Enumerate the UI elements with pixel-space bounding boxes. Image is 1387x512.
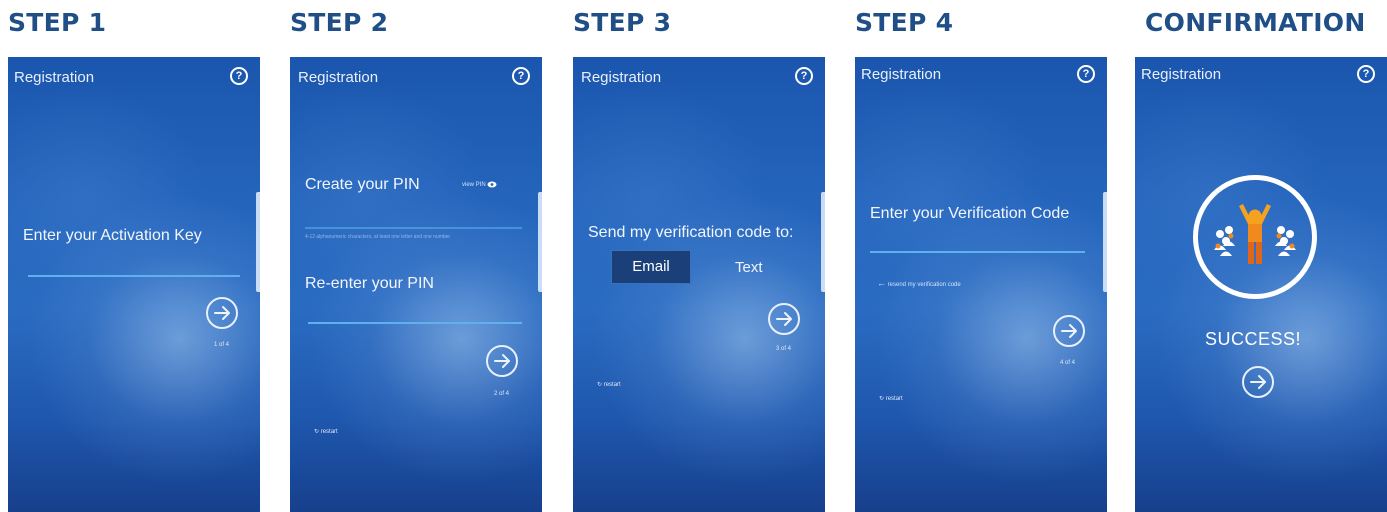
resend-code-link[interactable]: ← resend my verification code (877, 278, 961, 288)
restart-label: restart (885, 396, 903, 402)
pin-hint: 4-12 alphanumeric characters, at least o… (305, 234, 451, 240)
restart-link[interactable]: ↻ restart (314, 428, 338, 435)
arrow-left-icon: ← (877, 278, 886, 288)
step-pager: 3 of 4 (776, 346, 792, 352)
restart-label: restart (603, 382, 621, 388)
step-heading: STEP 1 (8, 8, 107, 37)
activation-key-prompt: Enter your Activation Key (23, 227, 202, 244)
step-pager: 1 of 4 (214, 342, 230, 348)
next-button[interactable] (206, 297, 238, 329)
arrow-right-circle-icon (1250, 375, 1266, 389)
reenter-pin-input[interactable] (308, 322, 522, 324)
scroll-handle[interactable] (1103, 192, 1107, 292)
phone-screen: Registration ? Send my verification code… (573, 57, 825, 512)
reenter-pin-prompt: Re-enter your PIN (305, 275, 434, 292)
eye-icon (487, 181, 497, 188)
app-title: Registration (861, 66, 942, 83)
text-option-button[interactable]: Text (735, 259, 763, 276)
step-2-column: STEP 2 Registration ? Create your PIN vi… (290, 0, 542, 512)
next-button[interactable] (486, 345, 518, 377)
step-4-column: STEP 4 Registration ? Enter your Verific… (855, 0, 1107, 512)
arrow-right-circle-icon (776, 312, 792, 326)
help-icon[interactable]: ? (230, 67, 248, 85)
help-icon[interactable]: ? (512, 67, 530, 85)
step-heading: CONFIRMATION (1145, 8, 1366, 37)
arrow-right-circle-icon (494, 354, 510, 368)
create-pin-prompt: Create your PIN (305, 176, 420, 193)
restart-link[interactable]: ↻ restart (597, 381, 621, 388)
scroll-handle[interactable] (538, 192, 542, 292)
phone-screen: Registration ? Enter your Verification C… (855, 57, 1107, 512)
pin-input[interactable] (305, 227, 522, 229)
confirmation-column: CONFIRMATION Registration ? SUCCESS! (1135, 0, 1387, 512)
restart-arrow-icon: ↻ (879, 396, 885, 402)
resend-label: resend my verification code (887, 282, 961, 288)
activation-key-input[interactable] (28, 275, 240, 277)
app-title: Registration (298, 69, 379, 86)
step-1-column: STEP 1 Registration ? Enter your Activat… (8, 0, 260, 512)
step-pager: 2 of 4 (494, 391, 510, 397)
people-celebrating-icon (1214, 204, 1296, 264)
help-icon[interactable]: ? (1357, 65, 1375, 83)
success-badge (1193, 175, 1317, 299)
next-button[interactable] (1242, 366, 1274, 398)
restart-arrow-icon: ↻ (314, 429, 320, 435)
arrow-right-circle-icon (214, 306, 230, 320)
step-heading: STEP 2 (290, 8, 389, 37)
scroll-handle[interactable] (256, 192, 260, 292)
scroll-handle[interactable] (821, 192, 825, 292)
verification-code-prompt: Enter your Verification Code (870, 205, 1070, 222)
app-title: Registration (581, 69, 662, 86)
view-pin-label: view PIN (462, 182, 486, 189)
step-heading: STEP 3 (573, 8, 672, 37)
app-title: Registration (14, 69, 95, 86)
app-title: Registration (1141, 66, 1222, 83)
help-icon[interactable]: ? (1077, 65, 1095, 83)
restart-label: restart (320, 429, 338, 435)
phone-screen: Registration ? SUCCESS! (1135, 57, 1387, 512)
next-button[interactable] (1053, 315, 1085, 347)
step-heading: STEP 4 (855, 8, 954, 37)
verification-code-input[interactable] (870, 251, 1085, 253)
help-icon[interactable]: ? (795, 67, 813, 85)
phone-screen: Registration ? Enter your Activation Key… (8, 57, 260, 512)
next-button[interactable] (768, 303, 800, 335)
arrow-right-circle-icon (1061, 324, 1077, 338)
step-3-column: STEP 3 Registration ? Send my verificati… (573, 0, 825, 512)
restart-link[interactable]: ↻ restart (879, 395, 903, 402)
view-pin-toggle[interactable]: view PIN (462, 181, 497, 188)
restart-arrow-icon: ↻ (597, 382, 603, 388)
step-pager: 4 of 4 (1060, 360, 1076, 366)
verification-destination-prompt: Send my verification code to: (588, 224, 794, 241)
phone-screen: Registration ? Create your PIN view PIN … (290, 57, 542, 512)
email-option-button[interactable]: Email (611, 250, 691, 284)
success-message: SUCCESS! (1205, 329, 1302, 349)
